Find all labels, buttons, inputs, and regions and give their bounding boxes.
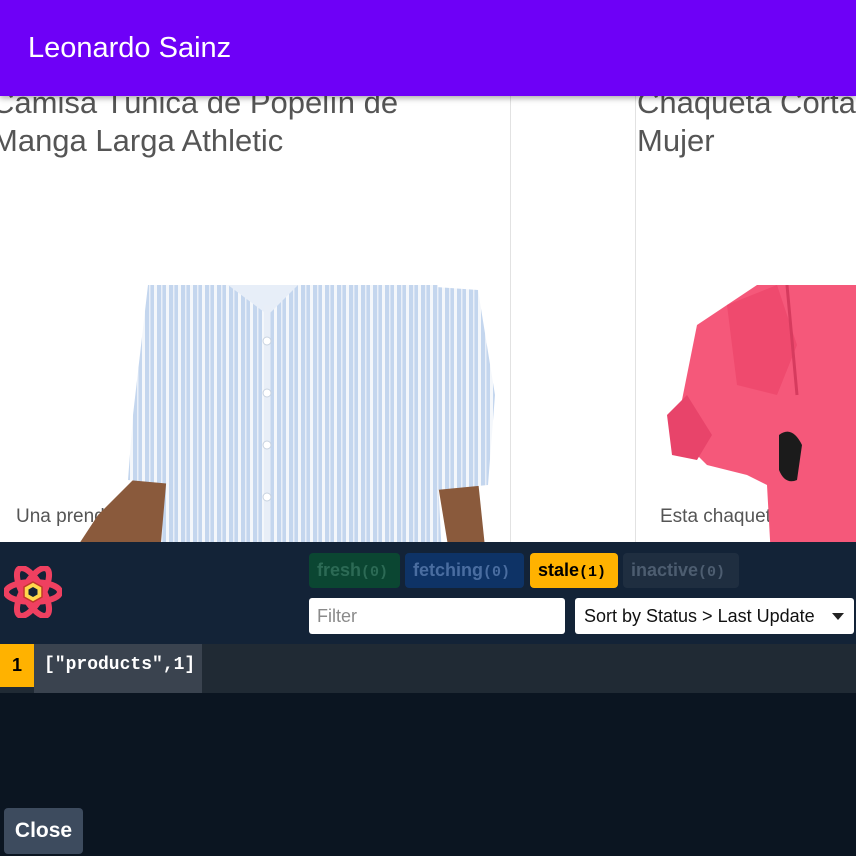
devtools-header: fresh(0) fetching(0) stale(1) inactive(0… <box>0 542 856 644</box>
product-title-line: Manga Larga Athletic <box>0 123 284 158</box>
product-title: Chaqueta Corta Mujer <box>637 96 856 160</box>
close-devtools-button[interactable]: Close <box>4 808 83 854</box>
app-bar: Leonardo Sainz <box>0 0 856 96</box>
status-badge-fetching: fetching(0) <box>405 553 524 588</box>
product-title: Camisa Túnica de Popelín de Manga Larga … <box>0 96 398 160</box>
status-badge-fresh: fresh(0) <box>309 553 400 588</box>
caret-down-icon <box>832 613 844 620</box>
sort-select[interactable]: Sort by Status > Last Update <box>575 598 854 634</box>
query-key: ["products",1] <box>34 644 202 693</box>
app-title: Leonardo Sainz <box>28 32 232 64</box>
status-badge-stale: stale(1) <box>530 553 618 588</box>
product-title-line: Mujer <box>637 123 715 158</box>
query-devtools-panel: fresh(0) fetching(0) stale(1) inactive(0… <box>0 542 856 856</box>
product-list: Camisa Túnica de Popelín de Manga Larga … <box>0 96 856 542</box>
query-row[interactable]: 1 ["products",1] <box>0 644 856 693</box>
product-title-line: Camisa Túnica de Popelín de <box>0 96 399 120</box>
filter-input[interactable] <box>309 598 565 634</box>
product-image-jacket[interactable] <box>667 285 856 542</box>
status-badge-inactive: inactive(0) <box>623 553 739 588</box>
product-image-shirt[interactable] <box>58 285 498 542</box>
sort-select-label: Sort by Status > Last Update <box>584 606 815 626</box>
react-query-logo-icon[interactable] <box>4 566 62 618</box>
query-observer-count: 1 <box>0 644 34 687</box>
product-title-line: Chaqueta Corta <box>637 96 856 120</box>
